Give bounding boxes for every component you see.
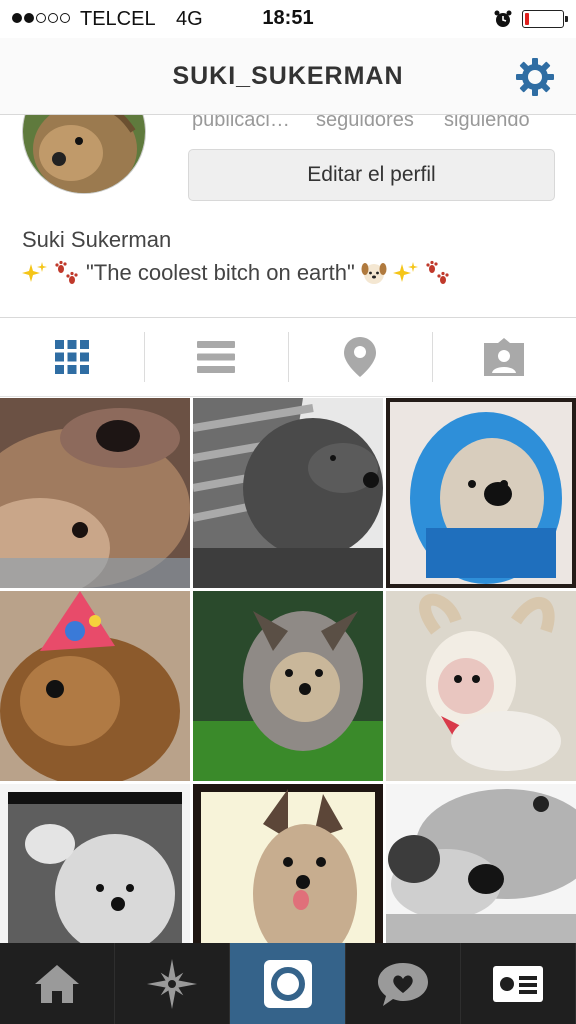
bottom-tab-bar	[0, 943, 576, 1024]
alarm-clock-icon	[494, 10, 512, 27]
grid-icon	[55, 340, 89, 374]
profile-card-icon	[492, 965, 543, 1002]
tab-camera[interactable]	[230, 943, 346, 1024]
status-time: 18:51	[262, 7, 314, 29]
photo-thumbnail[interactable]	[0, 591, 190, 781]
photo-thumbnail[interactable]	[193, 398, 383, 588]
bio-text: "The coolest bitch on earth"	[86, 260, 355, 285]
profile-bio: "The coolest bitch on earth"	[22, 260, 451, 286]
photo-thumbnail[interactable]	[193, 591, 383, 781]
photo-thumbnail[interactable]	[386, 591, 576, 781]
profile-header: publicaci… seguidores siguiendo Editar e…	[0, 115, 576, 318]
following-label[interactable]: siguiendo	[444, 115, 530, 132]
paw-prints-emoji-icon	[426, 260, 449, 284]
avatar[interactable]	[22, 115, 146, 194]
paw-prints-emoji-icon	[55, 260, 78, 284]
sparkles-emoji-icon	[22, 262, 47, 282]
photo-thumbnail[interactable]	[0, 398, 190, 588]
compass-star-icon	[147, 958, 198, 1009]
profile-stats: publicaci… seguidores siguiendo	[192, 115, 530, 132]
tab-profile[interactable]	[461, 943, 576, 1024]
tab-grid-view[interactable]	[0, 318, 144, 396]
heart-bubble-icon	[377, 962, 428, 1006]
tab-tagged-view[interactable]	[432, 318, 576, 396]
tab-home[interactable]	[0, 943, 116, 1024]
photo-grid	[0, 398, 576, 974]
sparkles-emoji-icon	[392, 262, 418, 282]
followers-label[interactable]: seguidores	[316, 115, 444, 132]
page-title: SUKI_SUKERMAN	[172, 62, 404, 90]
profile-view-tabs	[0, 317, 576, 397]
gear-icon[interactable]	[514, 56, 556, 98]
tagged-person-icon	[484, 338, 524, 376]
location-pin-icon	[344, 337, 376, 377]
dog-face-emoji-icon	[361, 263, 387, 284]
home-icon	[35, 964, 80, 1003]
tab-explore[interactable]	[115, 943, 231, 1024]
posts-count-label[interactable]: publicaci…	[192, 115, 316, 132]
tab-activity[interactable]	[346, 943, 461, 1024]
profile-full-name: Suki Sukerman	[22, 227, 172, 252]
tab-list-view[interactable]	[144, 318, 288, 396]
edit-profile-button[interactable]: Editar el perfil	[188, 149, 555, 201]
battery-icon	[522, 10, 568, 28]
status-bar: TELCEL 4G 18:51	[0, 0, 576, 38]
list-icon	[197, 341, 235, 373]
camera-icon	[263, 959, 312, 1008]
battery-level	[525, 13, 529, 25]
navigation-bar: SUKI_SUKERMAN	[0, 38, 576, 115]
tab-map-view[interactable]	[288, 318, 432, 396]
photo-thumbnail[interactable]	[386, 398, 576, 588]
